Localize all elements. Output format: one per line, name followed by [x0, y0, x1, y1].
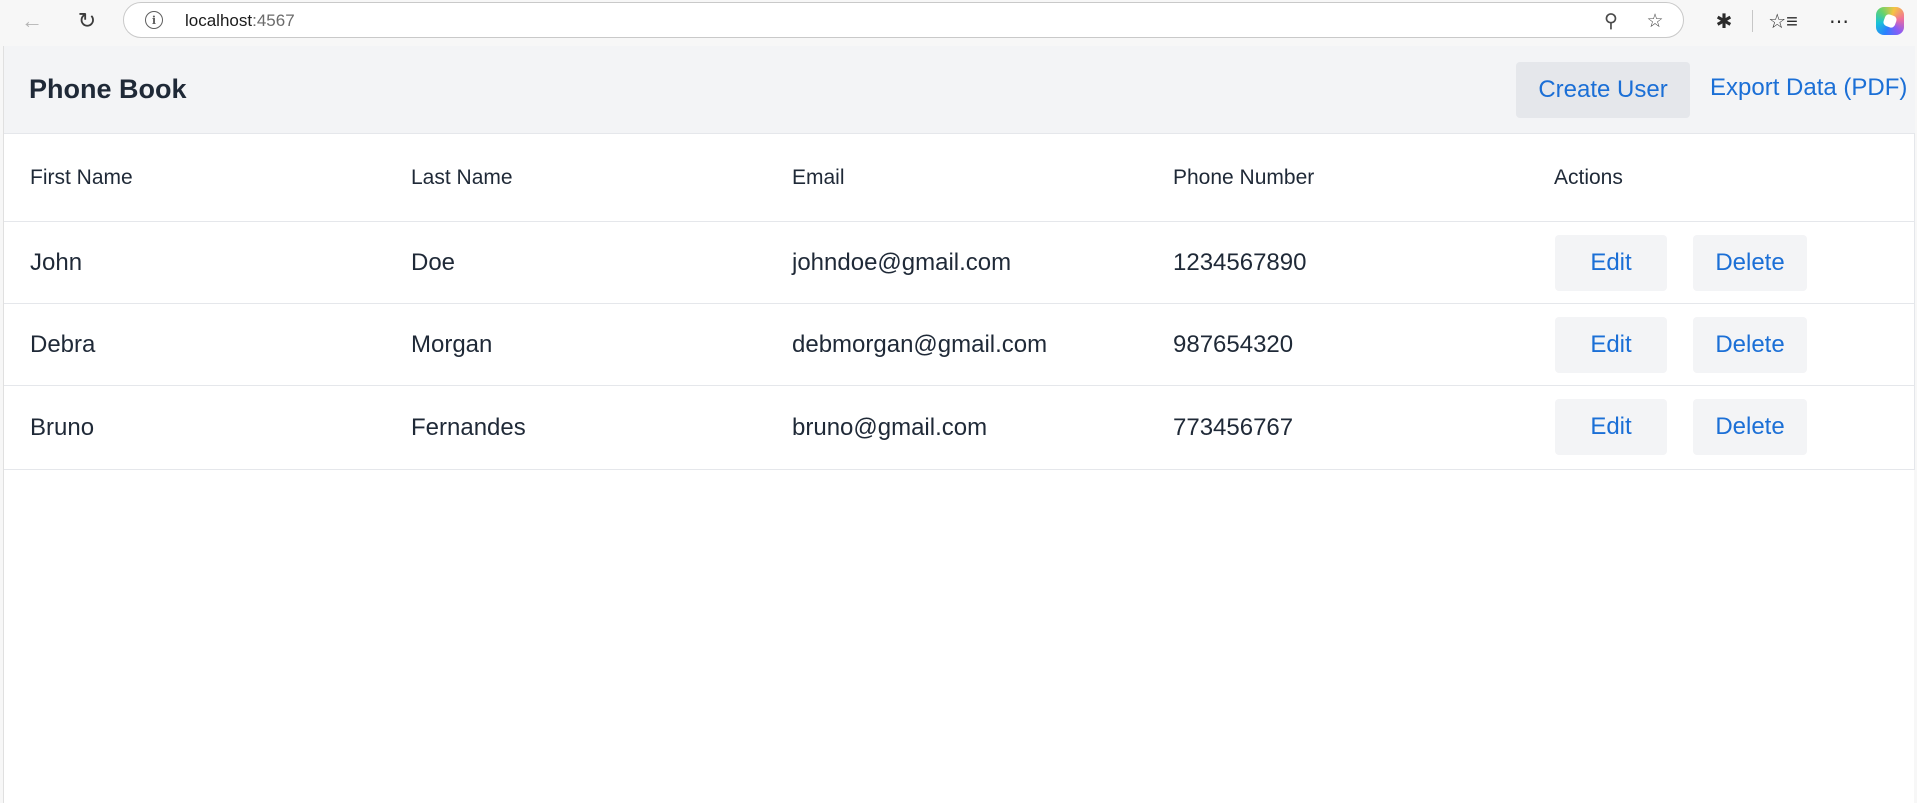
header-actions: Actions [1554, 165, 1623, 189]
table-header-row: First Name Last Name Email Phone Number … [4, 134, 1914, 222]
users-table: First Name Last Name Email Phone Number … [4, 134, 1915, 470]
edit-button[interactable]: Edit [1555, 235, 1667, 291]
cell-last-name: Morgan [411, 330, 493, 358]
cell-last-name: Fernandes [411, 414, 526, 441]
cell-first-name: John [30, 248, 83, 276]
delete-button[interactable]: Delete [1693, 317, 1807, 373]
cell-last-name: Doe [411, 248, 456, 276]
app-header: Phone Book Create User Export Data (PDF) [4, 46, 1915, 134]
cell-first-name: Debra [30, 330, 96, 358]
table-row: Bruno Fernandes bruno@gmail.com 77345676… [4, 386, 1914, 470]
header-first-name: First Name [30, 165, 133, 189]
cell-phone-number: 1234567890 [1173, 248, 1307, 276]
create-user-button[interactable]: Create User [1516, 62, 1690, 118]
browser-toolbar: ← ↻ i localhost:4567 ⚲ ☆ ✱ ☆≡ ⋯ [0, 0, 1917, 44]
header-email: Email [792, 165, 845, 189]
cell-phone-number: 773456767 [1173, 414, 1294, 441]
page-title: Phone Book [29, 74, 187, 104]
cell-email: johndoe@gmail.com [792, 248, 1012, 276]
cell-email: bruno@gmail.com [792, 414, 988, 441]
delete-button[interactable]: Delete [1693, 235, 1807, 291]
copilot-icon[interactable] [1876, 7, 1904, 35]
toolbar-divider [1752, 10, 1753, 32]
cell-email: debmorgan@gmail.com [792, 330, 1048, 358]
page-content: Phone Book Create User Export Data (PDF)… [3, 46, 1915, 803]
table-row: John Doe johndoe@gmail.com 1234567890 Ed… [4, 222, 1914, 304]
delete-button[interactable]: Delete [1693, 399, 1807, 455]
favorites-list-icon[interactable]: ☆≡ [1766, 4, 1800, 38]
header-phone-number: Phone Number [1173, 165, 1315, 189]
edit-button[interactable]: Edit [1555, 399, 1667, 455]
export-pdf-button[interactable]: Export Data (PDF) [1710, 74, 1907, 102]
zoom-icon[interactable]: ⚲ [1598, 8, 1624, 34]
address-bar[interactable]: i localhost:4567 ⚲ ☆ [123, 2, 1684, 38]
header-last-name: Last Name [411, 165, 513, 189]
url-text: localhost:4567 [185, 11, 295, 30]
edit-button[interactable]: Edit [1555, 317, 1667, 373]
favorite-star-icon[interactable]: ☆ [1642, 8, 1668, 34]
extensions-icon[interactable]: ✱ [1707, 4, 1741, 38]
site-info-icon[interactable]: i [145, 11, 163, 29]
more-options-icon[interactable]: ⋯ [1822, 4, 1856, 38]
cell-first-name: Bruno [30, 414, 95, 441]
table-row: Debra Morgan debmorgan@gmail.com 9876543… [4, 304, 1914, 386]
cell-phone-number: 987654320 [1173, 330, 1294, 358]
reload-icon[interactable]: ↻ [67, 2, 107, 40]
back-arrow-icon[interactable]: ← [12, 2, 52, 40]
